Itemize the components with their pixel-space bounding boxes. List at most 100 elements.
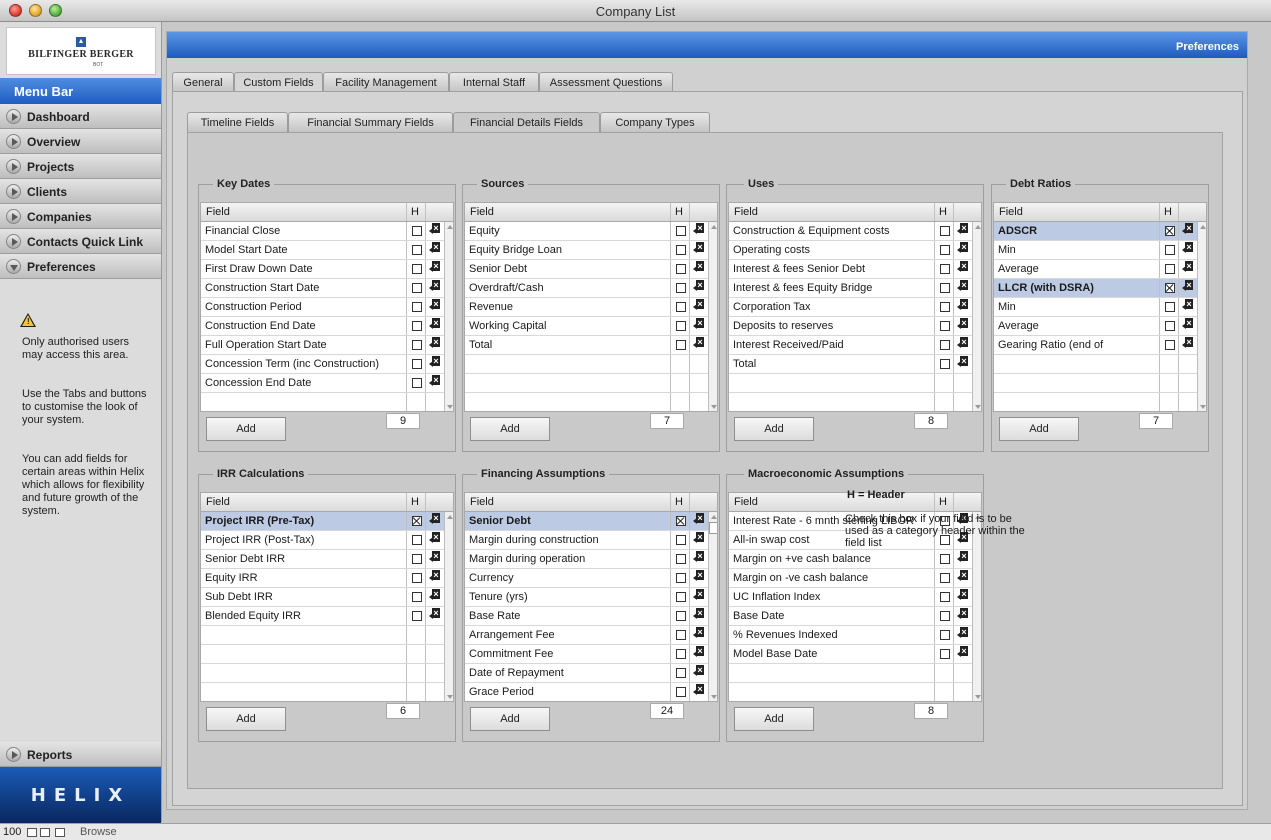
delete-field-icon[interactable]	[693, 589, 704, 602]
table-row[interactable]: Equity IRR	[201, 569, 444, 588]
delete-field-icon[interactable]	[693, 570, 704, 583]
header-checkbox[interactable]	[676, 630, 686, 640]
header-checkbox[interactable]	[676, 516, 686, 526]
table-row[interactable]: Concession End Date	[201, 374, 444, 393]
header-checkbox[interactable]	[412, 611, 422, 621]
delete-field-icon[interactable]	[693, 337, 704, 350]
table-row[interactable]: Full Operation Start Date	[201, 336, 444, 355]
field-name[interactable]: Overdraft/Cash	[469, 282, 668, 294]
header-checkbox[interactable]	[412, 573, 422, 583]
table-row[interactable]: Tenure (yrs)	[465, 588, 708, 607]
table-row[interactable]: LLCR (with DSRA)	[994, 279, 1197, 298]
delete-field-icon[interactable]	[1182, 299, 1193, 312]
table-row[interactable]: Total	[729, 355, 972, 374]
delete-field-icon[interactable]	[693, 318, 704, 331]
field-name[interactable]: Equity IRR	[205, 572, 404, 584]
mode-indicator[interactable]: Browse	[80, 826, 117, 838]
table-row[interactable]: Margin during construction	[465, 531, 708, 550]
header-checkbox[interactable]	[412, 554, 422, 564]
field-name[interactable]: Project IRR (Pre-Tax)	[205, 515, 404, 527]
scroll-down-icon[interactable]	[447, 405, 453, 409]
tab-internal-staff[interactable]: Internal Staff	[449, 72, 539, 92]
table-row[interactable]: Average	[994, 260, 1197, 279]
table-scrollbar[interactable]	[708, 222, 717, 411]
delete-field-icon[interactable]	[957, 337, 968, 350]
table-row[interactable]: Model Start Date	[201, 241, 444, 260]
scroll-down-icon[interactable]	[447, 695, 453, 699]
field-name[interactable]: Total	[469, 339, 668, 351]
zoom-in-icon[interactable]	[40, 828, 50, 837]
field-name[interactable]: Operating costs	[733, 244, 932, 256]
field-name[interactable]: Construction Period	[205, 301, 404, 313]
table-row[interactable]: Min	[994, 241, 1197, 260]
delete-field-icon[interactable]	[429, 261, 440, 274]
header-checkbox[interactable]	[412, 592, 422, 602]
tab-company-types[interactable]: Company Types	[600, 112, 710, 132]
delete-field-icon[interactable]	[429, 589, 440, 602]
nav-item-companies[interactable]: Companies	[0, 204, 161, 229]
add-field-button[interactable]: Add	[470, 707, 550, 731]
delete-field-icon[interactable]	[429, 513, 440, 526]
header-checkbox[interactable]	[412, 340, 422, 350]
zoom-out-icon[interactable]	[27, 828, 37, 837]
delete-field-icon[interactable]	[1182, 242, 1193, 255]
delete-field-icon[interactable]	[693, 299, 704, 312]
field-name[interactable]: Margin during construction	[469, 534, 668, 546]
delete-field-icon[interactable]	[1182, 280, 1193, 293]
toggle-status-area-icon[interactable]	[55, 828, 65, 837]
zoom-level[interactable]: 100	[3, 826, 21, 838]
delete-field-icon[interactable]	[429, 242, 440, 255]
scroll-down-icon[interactable]	[711, 695, 717, 699]
table-row[interactable]: Base Date	[729, 607, 972, 626]
nav-item-dashboard[interactable]: Dashboard	[0, 104, 161, 129]
delete-field-icon[interactable]	[429, 318, 440, 331]
table-scrollbar[interactable]	[708, 512, 717, 701]
field-name[interactable]: Senior Debt	[469, 515, 668, 527]
delete-field-icon[interactable]	[693, 627, 704, 640]
scroll-up-icon[interactable]	[711, 515, 717, 519]
table-row[interactable]: Construction Start Date	[201, 279, 444, 298]
add-field-button[interactable]: Add	[206, 707, 286, 731]
field-name[interactable]: Average	[998, 263, 1157, 275]
table-scrollbar[interactable]	[972, 222, 981, 411]
field-name[interactable]: Corporation Tax	[733, 301, 932, 313]
tab-financial-summary-fields[interactable]: Financial Summary Fields	[288, 112, 453, 132]
delete-field-icon[interactable]	[957, 627, 968, 640]
header-checkbox[interactable]	[940, 245, 950, 255]
tab-facility-management[interactable]: Facility Management	[323, 72, 449, 92]
field-name[interactable]: Gearing Ratio (end of	[998, 339, 1157, 351]
header-checkbox[interactable]	[412, 516, 422, 526]
delete-field-icon[interactable]	[429, 608, 440, 621]
header-checkbox[interactable]	[676, 649, 686, 659]
header-checkbox[interactable]	[676, 245, 686, 255]
header-checkbox[interactable]	[940, 283, 950, 293]
delete-field-icon[interactable]	[429, 280, 440, 293]
field-name[interactable]: Tenure (yrs)	[469, 591, 668, 603]
header-checkbox[interactable]	[940, 630, 950, 640]
header-checkbox[interactable]	[676, 573, 686, 583]
header-checkbox[interactable]	[412, 264, 422, 274]
delete-field-icon[interactable]	[1182, 337, 1193, 350]
field-name[interactable]: Margin on -ve cash balance	[733, 572, 932, 584]
table-row[interactable]: Margin on +ve cash balance	[729, 550, 972, 569]
field-name[interactable]: Date of Repayment	[469, 667, 668, 679]
delete-field-icon[interactable]	[429, 551, 440, 564]
scroll-up-icon[interactable]	[447, 225, 453, 229]
field-name[interactable]: Construction Start Date	[205, 282, 404, 294]
nav-item-preferences[interactable]: Preferences	[0, 254, 161, 279]
table-row[interactable]: Gearing Ratio (end of	[994, 336, 1197, 355]
scroll-thumb[interactable]	[709, 522, 717, 534]
scroll-down-icon[interactable]	[711, 405, 717, 409]
field-name[interactable]: Working Capital	[469, 320, 668, 332]
table-row[interactable]: % Revenues Indexed	[729, 626, 972, 645]
header-checkbox[interactable]	[676, 687, 686, 697]
nav-item-contacts-quick-link[interactable]: Contacts Quick Link	[0, 229, 161, 254]
delete-field-icon[interactable]	[429, 356, 440, 369]
field-name[interactable]: Interest & fees Equity Bridge	[733, 282, 932, 294]
table-row[interactable]: Arrangement Fee	[465, 626, 708, 645]
table-row[interactable]: Grace Period	[465, 683, 708, 701]
delete-field-icon[interactable]	[1182, 261, 1193, 274]
tab-assessment-questions[interactable]: Assessment Questions	[539, 72, 673, 92]
header-checkbox[interactable]	[940, 321, 950, 331]
add-field-button[interactable]: Add	[734, 707, 814, 731]
